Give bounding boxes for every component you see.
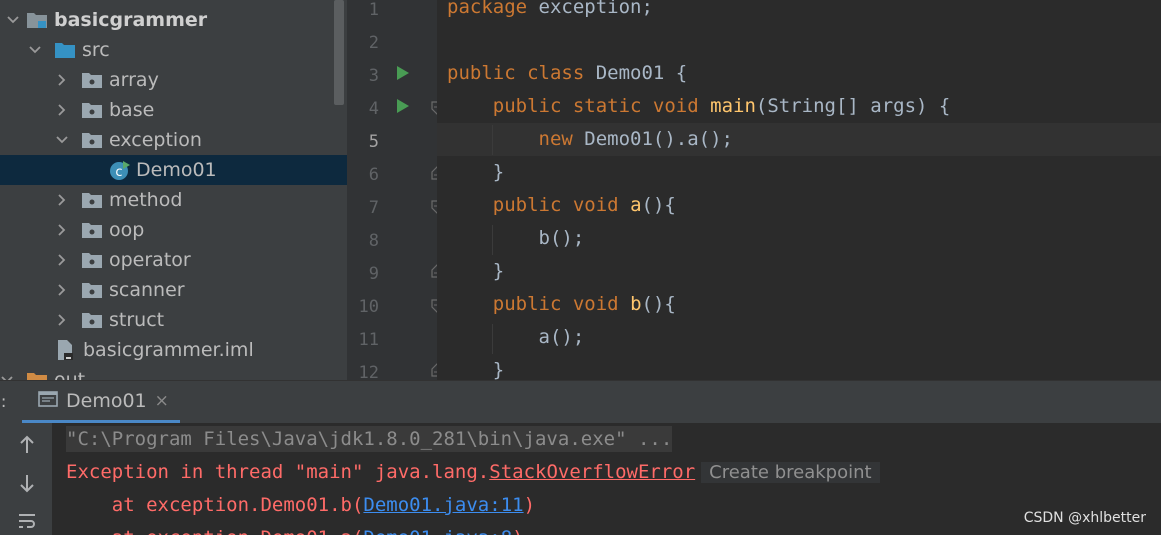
line-number: 3 bbox=[368, 66, 379, 86]
code-line-1: package exception; bbox=[447, 0, 653, 18]
console-output[interactable]: "C:\Program Files\Java\jdk1.8.0_281\bin\… bbox=[52, 423, 1161, 535]
module-file-icon bbox=[55, 339, 75, 361]
arrow-up-icon[interactable] bbox=[18, 435, 36, 459]
package-icon bbox=[81, 251, 103, 269]
chevron-right-icon[interactable] bbox=[55, 193, 69, 207]
code-line-4: public static void main(String[] args) { bbox=[492, 95, 951, 117]
tree-label: Demo01 bbox=[136, 159, 217, 181]
line-number: 9 bbox=[368, 264, 379, 284]
run-icon[interactable] bbox=[396, 65, 410, 81]
package-icon bbox=[81, 221, 103, 239]
run-label: n: bbox=[0, 392, 7, 412]
line-number: 4 bbox=[368, 99, 379, 119]
tree-label: array bbox=[109, 69, 159, 91]
chevron-right-icon[interactable] bbox=[55, 253, 69, 267]
editor-gutter[interactable]: 1 2 3 4 5 6 7 8 9 10 11 12 bbox=[347, 0, 443, 383]
tree-item-package[interactable]: operator bbox=[0, 245, 347, 275]
tree-item-package[interactable]: struct bbox=[0, 305, 347, 335]
tree-label: base bbox=[109, 99, 155, 121]
tree-label: exception bbox=[109, 129, 202, 151]
tree-label: oop bbox=[109, 219, 145, 241]
code-line-11: a(); bbox=[538, 326, 585, 348]
package-icon bbox=[81, 311, 103, 329]
package-icon bbox=[81, 101, 103, 119]
tree-item-file[interactable]: basicgrammer.iml bbox=[0, 335, 347, 365]
code-line-8: b(); bbox=[538, 227, 585, 249]
java-class-icon: c bbox=[108, 158, 132, 182]
tree-item-package[interactable]: exception bbox=[0, 125, 347, 155]
console-exception-line: Exception in thread "main" java.lang.Sta… bbox=[66, 461, 880, 483]
code-line-5: new Demo01().a(); bbox=[538, 128, 733, 150]
tree-item-package[interactable]: method bbox=[0, 185, 347, 215]
tree-label: out bbox=[54, 369, 86, 380]
run-icon[interactable] bbox=[396, 98, 410, 114]
chevron-right-icon[interactable] bbox=[55, 283, 69, 297]
code-line-9: } bbox=[492, 260, 505, 282]
line-number: 6 bbox=[368, 165, 379, 185]
svg-text:c: c bbox=[115, 165, 122, 180]
chevron-right-icon[interactable] bbox=[55, 73, 69, 87]
tree-label: method bbox=[109, 189, 183, 211]
line-number: 11 bbox=[358, 330, 379, 350]
chevron-down-icon[interactable] bbox=[28, 43, 42, 57]
module-icon bbox=[26, 11, 48, 29]
console-icon bbox=[38, 390, 58, 412]
close-icon[interactable]: × bbox=[155, 391, 169, 411]
tab-demo01[interactable]: Demo01 × bbox=[22, 381, 180, 423]
tree-item-folder[interactable]: out bbox=[0, 365, 347, 380]
chevron-down-icon[interactable] bbox=[6, 13, 20, 27]
chevron-down-icon[interactable] bbox=[55, 133, 69, 147]
tree-item-root[interactable]: basicgrammer bbox=[0, 5, 347, 35]
tab-label: Demo01 bbox=[66, 389, 147, 412]
package-icon bbox=[81, 131, 103, 149]
watermark: CSDN @xhlbetter bbox=[1023, 510, 1146, 526]
line-number: 7 bbox=[368, 198, 379, 218]
line-number: 2 bbox=[368, 33, 379, 53]
source-link[interactable]: Demo01.java:11 bbox=[363, 494, 523, 516]
tree-label: basicgrammer bbox=[54, 9, 208, 31]
package-icon bbox=[81, 191, 103, 209]
tree-label: scanner bbox=[109, 279, 185, 301]
chevron-right-icon[interactable] bbox=[55, 313, 69, 327]
run-tool-window-header: n: Demo01 × bbox=[0, 380, 1161, 423]
tree-label: operator bbox=[109, 249, 191, 271]
exception-class-link[interactable]: StackOverflowError bbox=[489, 461, 695, 483]
tree-item-class[interactable]: c Demo01 bbox=[0, 155, 347, 185]
console-trace-line: at exception.Demo01.b(Demo01.java:11) bbox=[66, 494, 536, 516]
tree-item-package[interactable]: scanner bbox=[0, 275, 347, 305]
console-trace-line: at exception.Demo01.a(Demo01.java:8) bbox=[66, 527, 524, 535]
package-icon bbox=[81, 71, 103, 89]
code-line-3: public class Demo01 { bbox=[447, 62, 688, 84]
source-folder-icon bbox=[54, 41, 76, 59]
soft-wrap-icon[interactable] bbox=[17, 511, 37, 535]
line-number: 8 bbox=[368, 231, 379, 251]
code-line-10: public void b(){ bbox=[492, 293, 676, 315]
code-line-12: } bbox=[492, 359, 505, 380]
source-link[interactable]: Demo01.java:8 bbox=[363, 527, 512, 535]
tree-item-src[interactable]: src bbox=[0, 35, 347, 65]
arrow-down-icon[interactable] bbox=[18, 473, 36, 497]
tree-label: struct bbox=[109, 309, 165, 331]
line-number-current: 5 bbox=[368, 132, 379, 152]
chevron-down-icon[interactable] bbox=[0, 373, 14, 380]
project-tree[interactable]: basicgrammer src array base exception c … bbox=[0, 0, 347, 380]
tree-label: src bbox=[82, 39, 110, 61]
create-breakpoint-button[interactable]: Create breakpoint bbox=[701, 462, 880, 483]
tree-item-package[interactable]: base bbox=[0, 95, 347, 125]
code-editor[interactable]: package exception; public class Demo01 {… bbox=[437, 0, 1161, 380]
console-command-line: "C:\Program Files\Java\jdk1.8.0_281\bin\… bbox=[66, 426, 673, 452]
tree-item-package[interactable]: array bbox=[0, 65, 347, 95]
chevron-right-icon[interactable] bbox=[55, 103, 69, 117]
code-line-7: public void a(){ bbox=[492, 194, 676, 216]
tree-item-package[interactable]: oop bbox=[0, 215, 347, 245]
code-line-6: } bbox=[492, 161, 505, 183]
console-toolbar bbox=[0, 423, 52, 535]
excluded-folder-icon bbox=[26, 371, 48, 380]
chevron-right-icon[interactable] bbox=[55, 223, 69, 237]
package-icon bbox=[81, 281, 103, 299]
line-number: 1 bbox=[368, 0, 379, 20]
line-number: 10 bbox=[358, 297, 379, 317]
tree-label: basicgrammer.iml bbox=[83, 339, 254, 361]
